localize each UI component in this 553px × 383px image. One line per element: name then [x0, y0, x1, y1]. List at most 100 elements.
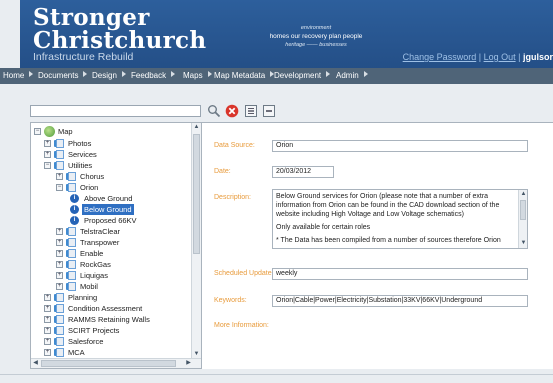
collapse-all-icon[interactable]	[262, 104, 276, 118]
scroll-left-icon[interactable]: ◀	[31, 359, 40, 368]
tree-node-label: Salesforce	[68, 337, 104, 346]
scheduled-update-field[interactable]: weekly	[272, 268, 528, 280]
keywords-field[interactable]: Orion|Cable|Power|Electricity|Substation…	[272, 295, 528, 307]
folder-icon	[66, 227, 76, 236]
folder-icon	[66, 271, 76, 280]
expand-icon[interactable]: +	[56, 272, 63, 279]
nav-documents[interactable]: Documents	[38, 68, 88, 84]
description-scrollbar[interactable]: ▲ ▼	[518, 190, 527, 248]
nav-label: Feedback	[131, 71, 167, 80]
map-globe-icon	[44, 126, 55, 137]
description-paragraph: Below Ground services for Orion (please …	[276, 193, 500, 218]
scroll-down-icon[interactable]: ▼	[519, 239, 527, 248]
collapse-icon[interactable]: −	[34, 128, 41, 135]
folder-icon	[54, 161, 64, 170]
layer-tree: − Map + Photos + Services − Utilities + …	[30, 122, 202, 369]
expand-icon[interactable]: +	[56, 239, 63, 246]
tree-horizontal-scrollbar[interactable]: ◀ ▶	[31, 358, 201, 368]
tagline-top: environment	[300, 25, 332, 31]
tree-node-label: Chorus	[80, 172, 105, 181]
expand-icon[interactable]: +	[44, 327, 51, 334]
tree-node-label: RAMMS Retaining Walls	[68, 315, 150, 324]
expand-icon[interactable]: +	[44, 349, 51, 356]
tree-vertical-scrollbar[interactable]: ▲ ▼	[191, 123, 201, 359]
nav-label: Design	[92, 71, 117, 80]
expand-icon[interactable]: +	[44, 305, 51, 312]
folder-icon	[54, 150, 64, 159]
data-source-field[interactable]: Orion	[272, 140, 528, 152]
folder-icon	[66, 249, 76, 258]
tagline-mid: homes our recovery plan people	[269, 33, 363, 40]
expand-icon[interactable]: +	[56, 283, 63, 290]
tree-node-label: Services	[68, 150, 97, 159]
nav-arrow-icon	[326, 71, 331, 77]
nav-admin[interactable]: Admin	[336, 68, 368, 84]
tree-node-label: Proposed 66KV	[84, 216, 137, 225]
nav-map-metadata[interactable]: Map Metadata	[214, 68, 275, 84]
folder-icon	[66, 172, 76, 181]
footer-divider	[0, 374, 553, 375]
nav-label: Documents	[38, 71, 79, 80]
description-paragraph: * The Data has been compiled from a numb…	[276, 237, 501, 244]
folder-icon	[66, 238, 76, 247]
nav-arrow-icon	[363, 71, 368, 77]
nav-design[interactable]: Design	[92, 68, 126, 84]
nav-feedback[interactable]: Feedback	[131, 68, 176, 84]
clear-icon[interactable]	[225, 104, 239, 118]
brand-subtitle: Infrastructure Rebuild	[33, 51, 134, 63]
scroll-thumb[interactable]	[41, 360, 176, 367]
date-field[interactable]: 20/03/2012	[272, 166, 334, 178]
change-password-link[interactable]: Change Password	[403, 52, 477, 62]
tree-node-label: Photos	[68, 139, 92, 148]
nav-home[interactable]: Home	[3, 68, 34, 84]
tree-node-label: Utilities	[68, 161, 93, 170]
nav-development[interactable]: Development	[274, 68, 331, 84]
log-out-link[interactable]: Log Out	[484, 52, 516, 62]
scroll-thumb[interactable]	[193, 134, 200, 254]
nav-maps[interactable]: Maps	[183, 68, 212, 84]
info-layer-icon: i	[70, 205, 79, 214]
expand-icon[interactable]: +	[44, 294, 51, 301]
expand-icon[interactable]: +	[44, 316, 51, 323]
expand-icon[interactable]: +	[56, 250, 63, 257]
tree-search-input[interactable]	[30, 105, 201, 117]
expand-all-icon[interactable]	[244, 104, 258, 118]
folder-icon	[54, 293, 64, 302]
description-field[interactable]: Below Ground services for Orion (please …	[272, 189, 528, 249]
collapse-icon[interactable]: −	[56, 184, 63, 191]
scroll-right-icon[interactable]: ▶	[184, 359, 193, 368]
expand-icon[interactable]: +	[44, 140, 51, 147]
recovery-plan-tagline: environment homes our recovery plan peop…	[256, 25, 376, 51]
scroll-up-icon[interactable]: ▲	[519, 190, 527, 199]
nav-label: Home	[3, 71, 25, 80]
folder-icon	[54, 337, 64, 346]
tree-node-label: Transpower	[80, 238, 120, 247]
scroll-thumb[interactable]	[520, 200, 526, 220]
tree-node-label: Liquigas	[80, 271, 108, 280]
main-nav: Home Documents Design Feedback Maps Map …	[0, 68, 553, 84]
tree-node-label-selected: Below Ground	[82, 204, 134, 215]
scheduled-update-label: Scheduled Update:	[214, 270, 274, 277]
tree-node-label: Above Ground	[84, 194, 133, 203]
expand-icon[interactable]: +	[56, 261, 63, 268]
collapse-icon[interactable]: −	[44, 162, 51, 169]
nav-label: Maps	[183, 71, 203, 80]
current-user: jgulsor	[522, 52, 553, 62]
tree-node-label: MCA	[68, 348, 85, 357]
magnifier-icon[interactable]	[207, 104, 221, 118]
data-source-label: Data Source:	[214, 142, 255, 149]
brand-title-line1: Stronger	[33, 4, 150, 31]
expand-icon[interactable]: +	[56, 228, 63, 235]
folder-icon	[54, 348, 64, 357]
expand-icon[interactable]: +	[44, 338, 51, 345]
tree-node-label: Mobil	[80, 282, 98, 291]
nav-arrow-icon	[207, 71, 212, 77]
nav-label: Map Metadata	[214, 71, 266, 80]
description-paragraph: Only available for certain roles	[276, 224, 371, 231]
scroll-up-icon[interactable]: ▲	[192, 123, 201, 132]
expand-icon[interactable]: +	[44, 151, 51, 158]
brand-logo-title[interactable]: Stronger Christchurch	[33, 6, 206, 52]
nav-label: Development	[274, 71, 322, 80]
expand-icon[interactable]: +	[56, 173, 63, 180]
folder-icon	[66, 282, 76, 291]
